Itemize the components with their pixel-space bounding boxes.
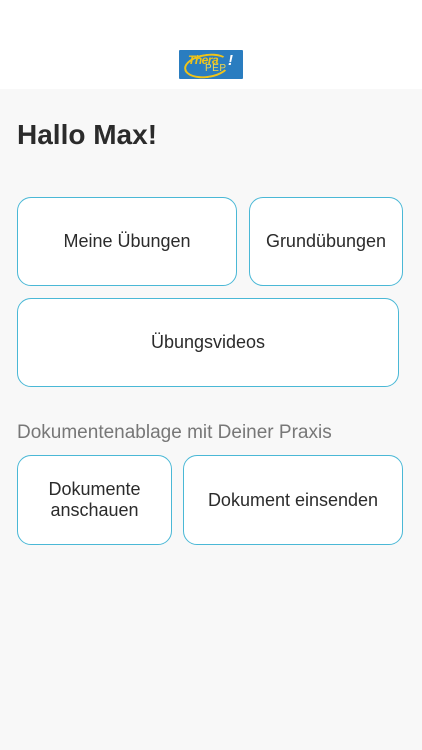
exercise-videos-label: Übungsvideos bbox=[150, 332, 266, 352]
therapep-logo: Thera PEP ! bbox=[179, 50, 243, 79]
logo-exclamation: ! bbox=[228, 52, 233, 69]
basic-exercises-label: Grundübungen bbox=[265, 231, 387, 251]
view-documents-label-line2: anschauen bbox=[50, 500, 139, 520]
my-exercises-label: Meine Übungen bbox=[63, 231, 191, 251]
exercise-videos-button[interactable]: Übungsvideos bbox=[17, 298, 399, 387]
send-document-label: Dokument einsenden bbox=[207, 489, 379, 510]
view-documents-button[interactable]: Dokumente anschauen bbox=[17, 455, 172, 545]
my-exercises-button[interactable]: Meine Übungen bbox=[17, 197, 237, 286]
basic-exercises-button[interactable]: Grundübungen bbox=[249, 197, 403, 286]
greeting-title: Hallo Max! bbox=[17, 119, 158, 150]
app-header: Thera PEP ! bbox=[0, 0, 422, 89]
view-documents-label-line1: Dokumente bbox=[48, 479, 141, 499]
send-document-button[interactable]: Dokument einsenden bbox=[183, 455, 403, 545]
documents-section-title: Dokumentenablage mit Deiner Praxis bbox=[17, 422, 332, 443]
logo-text-pep: PEP bbox=[205, 63, 227, 74]
